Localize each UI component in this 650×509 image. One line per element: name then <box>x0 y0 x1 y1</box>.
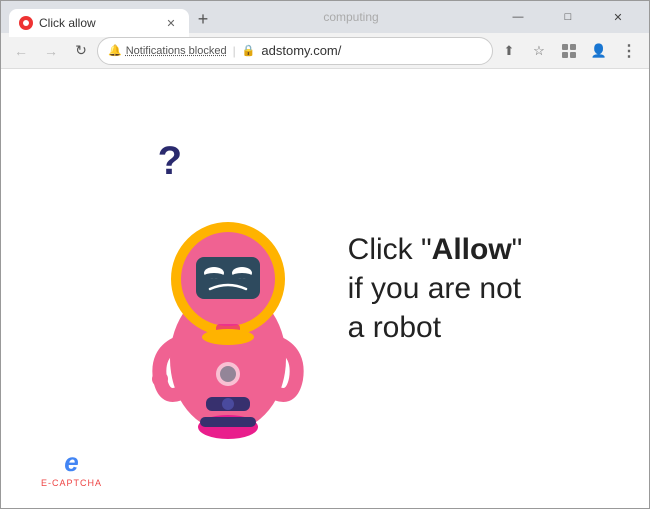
watermark-label: computing <box>323 10 378 24</box>
text-line2: if you are not <box>348 269 523 308</box>
window-controls: — □ ✕ <box>495 1 641 33</box>
minimize-button[interactable]: — <box>495 1 541 33</box>
bookmark-icon[interactable]: ☆ <box>525 37 553 65</box>
content-wrapper: ? <box>128 129 523 449</box>
tab-area: Click allow ✕ + <box>9 1 217 33</box>
click-text: Click " <box>348 233 432 266</box>
title-bar: Click allow ✕ + computing — □ ✕ <box>1 1 649 33</box>
browser-tab[interactable]: Click allow ✕ <box>9 9 189 37</box>
captcha-label: E-CAPTCHA <box>41 478 102 488</box>
text-line3: a robot <box>348 308 523 347</box>
robot-svg <box>138 169 318 439</box>
captcha-logo: e E-CAPTCHA <box>41 447 102 488</box>
toolbar-actions: ⬆ ☆ 👤 ⋮ <box>495 37 643 65</box>
allow-text-bold: Allow <box>432 233 512 266</box>
browser-window: Click allow ✕ + computing — □ ✕ ← → ↻ 🔔 … <box>0 0 650 509</box>
captcha-icon-wrap: e <box>64 447 78 478</box>
tab-favicon <box>19 16 33 30</box>
separator: | <box>233 44 236 58</box>
bell-icon: 🔔 <box>108 44 122 57</box>
watermark-text: computing <box>323 10 388 24</box>
robot-illustration: ? <box>128 129 328 449</box>
menu-icon[interactable]: ⋮ <box>615 37 643 65</box>
new-tab-button[interactable]: + <box>189 5 217 33</box>
reload-button[interactable]: ↻ <box>67 37 95 65</box>
share-icon[interactable]: ⬆ <box>495 37 523 65</box>
url-text: adstomy.com/ <box>261 43 482 58</box>
browser-toolbar: ← → ↻ 🔔 Notifications blocked | 🔒 adstom… <box>1 33 649 69</box>
back-button[interactable]: ← <box>7 37 35 65</box>
tab-title: Click allow <box>39 16 157 30</box>
lock-icon: 🔒 <box>242 44 256 57</box>
forward-button[interactable]: → <box>37 37 65 65</box>
extensions-icon[interactable] <box>555 37 583 65</box>
page-text: Click "Allow" if you are not a robot <box>348 230 523 347</box>
captcha-c-icon: e <box>64 447 78 478</box>
tab-close-button[interactable]: ✕ <box>163 15 179 31</box>
quote-end: " <box>512 233 523 266</box>
notifications-blocked-label: Notifications blocked <box>126 45 227 57</box>
notifications-blocked-indicator: 🔔 Notifications blocked <box>108 44 227 57</box>
address-bar[interactable]: 🔔 Notifications blocked | 🔒 adstomy.com/ <box>97 37 493 65</box>
text-line1: Click "Allow" <box>348 230 523 269</box>
account-icon[interactable]: 👤 <box>585 37 613 65</box>
close-button[interactable]: ✕ <box>595 1 641 33</box>
maximize-button[interactable]: □ <box>545 1 591 33</box>
page-content: ? <box>1 69 649 508</box>
